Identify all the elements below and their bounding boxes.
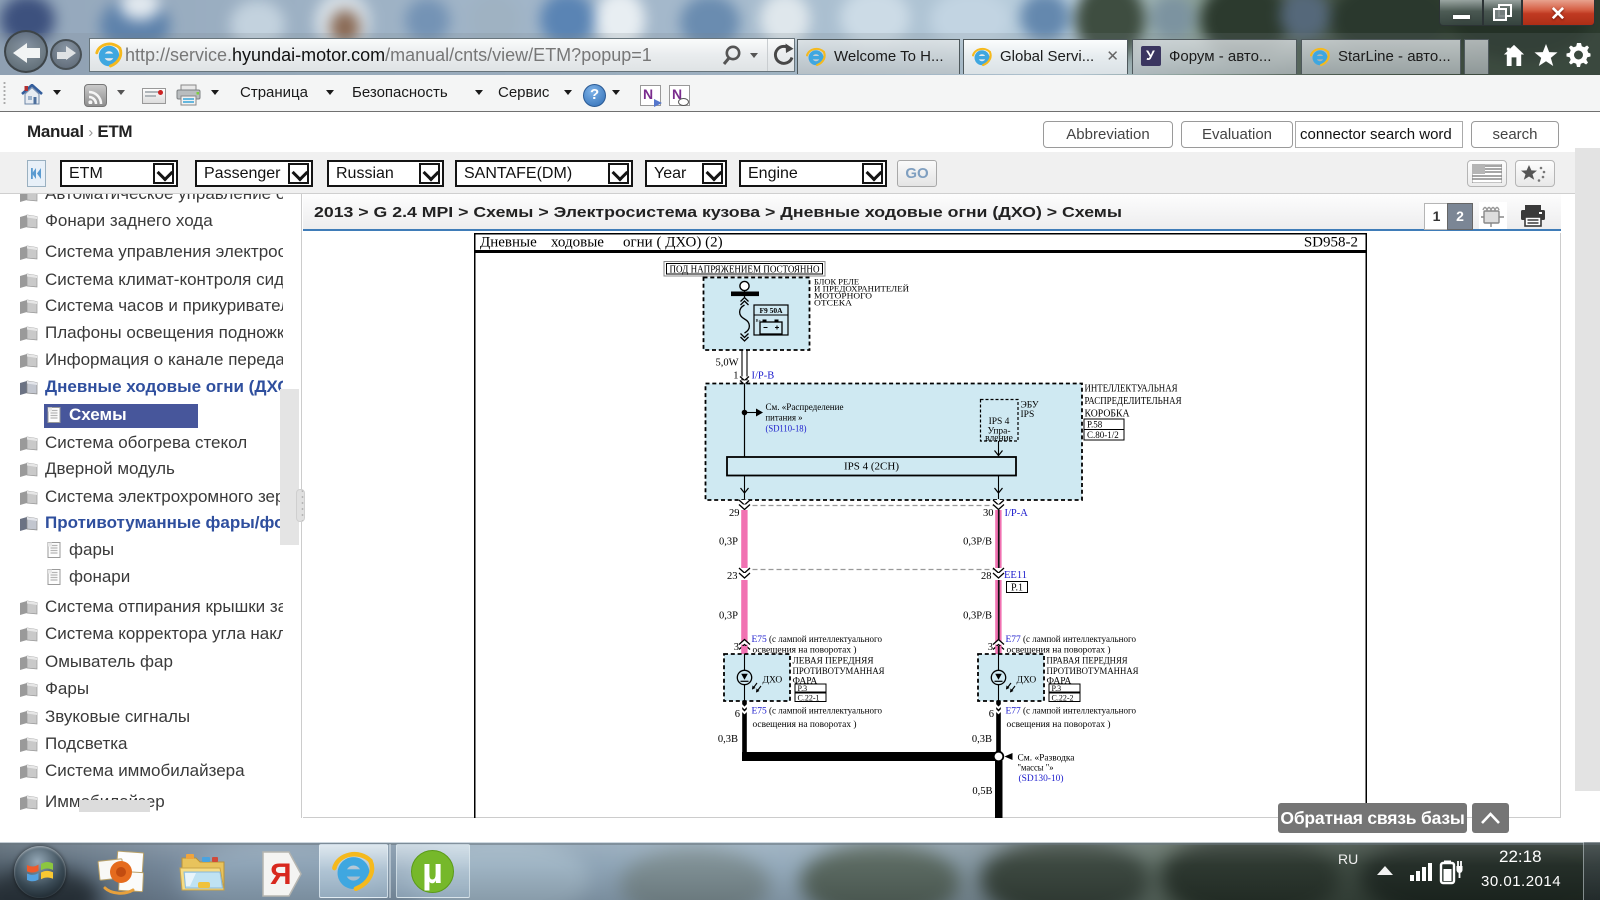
svg-text:6: 6 (989, 709, 994, 720)
svg-text:См. «Разводка: См. «Разводка (1018, 754, 1076, 764)
svg-text:E77: E77 (1006, 635, 1022, 645)
svg-text:IPS 4 (2CH): IPS 4 (2CH) (844, 461, 899, 473)
svg-text:SD958-2: SD958-2 (1304, 235, 1358, 251)
svg-text:5,0W: 5,0W (715, 358, 738, 369)
svg-text:P.58: P.58 (1087, 420, 1103, 430)
svg-text:Дневные: Дневные (480, 235, 537, 251)
svg-text:0,3B: 0,3B (972, 734, 992, 745)
svg-text:ПОД НАПРЯЖЕНИЕМ ПОСТОЯННО: ПОД НАПРЯЖЕНИЕМ ПОСТОЯННО (670, 265, 820, 276)
svg-text:ПРОТИВОТУМАННАЯ: ПРОТИВОТУМАННАЯ (1047, 667, 1140, 677)
svg-text:ЭБУ: ЭБУ (1021, 401, 1039, 411)
svg-text:EE11: EE11 (1004, 570, 1027, 581)
svg-text:µ: µ (422, 850, 443, 891)
svg-text:освещения на поворотах ): освещения на поворотах ) (753, 719, 857, 730)
svg-text:0,3P: 0,3P (719, 611, 738, 622)
svg-text:I/P-B: I/P-B (752, 371, 775, 382)
svg-text:0,3Р/В: 0,3Р/В (963, 611, 992, 622)
svg-text:ПРОТИВОТУМАННАЯ: ПРОТИВОТУМАННАЯ (793, 667, 886, 677)
svg-text:C.22-1: C.22-1 (798, 694, 820, 703)
svg-text:3: 3 (734, 642, 739, 653)
svg-text:(с лампой интеллектуального: (с лампой интеллектуального (1023, 706, 1136, 717)
svg-text:питания »: питания » (766, 414, 803, 424)
svg-text:(с лампой интеллектуального: (с лампой интеллектуального (769, 706, 882, 717)
svg-text:(SD110-18): (SD110-18) (766, 424, 807, 435)
svg-text:28: 28 (981, 571, 992, 582)
svg-text:ИНТЕЛЛЕКТУАЛЬНАЯ: ИНТЕЛЛЕКТУАЛЬНАЯ (1085, 384, 1178, 395)
svg-text:Я: Я (270, 858, 292, 891)
svg-text:(с лампой интеллектуального: (с лампой интеллектуального (769, 634, 882, 645)
svg-text:F9 50A: F9 50A (759, 306, 783, 315)
svg-text:C.22-2: C.22-2 (1052, 694, 1074, 703)
svg-text:P.3: P.3 (798, 684, 808, 693)
svg-text:E75: E75 (752, 707, 768, 717)
svg-text:ОТСЕКА: ОТСЕКА (814, 298, 853, 308)
svg-text:ходовые: ходовые (551, 235, 604, 251)
svg-text:30: 30 (983, 508, 994, 519)
svg-text:освещения на поворотах ): освещения на поворотах ) (1007, 719, 1111, 730)
svg-text:29: 29 (729, 508, 740, 519)
svg-text:I/P-A: I/P-A (1005, 508, 1029, 519)
svg-text:0,3Р/В: 0,3Р/В (963, 537, 992, 548)
svg-text:P.1: P.1 (1011, 583, 1023, 594)
svg-text:"массы "»: "массы "» (1018, 764, 1054, 774)
svg-text:РАСПРЕДЕЛИТЕЛЬНАЯ: РАСПРЕДЕЛИТЕЛЬНАЯ (1085, 396, 1182, 407)
svg-text:См. «Распределение: См. «Распределение (766, 403, 844, 413)
svg-text:огни ( ДХО) (2): огни ( ДХО) (2) (623, 235, 723, 251)
svg-text:КОРОБКА: КОРОБКА (1085, 409, 1131, 420)
svg-text:ДХО: ДХО (763, 676, 783, 686)
svg-text:IPS: IPS (1021, 410, 1035, 420)
svg-text:(с лампой интеллектуального: (с лампой интеллектуального (1023, 634, 1136, 645)
svg-text:0,3B: 0,3B (718, 734, 738, 745)
svg-text:ПРАВАЯ ПЕРЕДНЯЯ: ПРАВАЯ ПЕРЕДНЯЯ (1047, 657, 1129, 667)
svg-text:E77: E77 (1006, 707, 1022, 717)
svg-text:E75: E75 (752, 635, 768, 645)
svg-text:(SD130-10): (SD130-10) (1019, 773, 1064, 784)
svg-text:IPS 4: IPS 4 (989, 417, 1010, 427)
svg-text:0,3P: 0,3P (719, 537, 738, 548)
svg-text:P.3: P.3 (1052, 684, 1062, 693)
svg-text:ДХО: ДХО (1017, 676, 1037, 686)
svg-text:1: 1 (733, 371, 738, 382)
svg-text:C.80-1/2: C.80-1/2 (1087, 430, 1119, 440)
svg-text:6: 6 (735, 709, 740, 720)
svg-text:3: 3 (988, 642, 993, 653)
svg-text:ЛЕВАЯ ПЕРЕДНЯЯ: ЛЕВАЯ ПЕРЕДНЯЯ (793, 657, 875, 667)
svg-text:23: 23 (727, 571, 738, 582)
svg-text:0,5B: 0,5B (972, 786, 992, 797)
